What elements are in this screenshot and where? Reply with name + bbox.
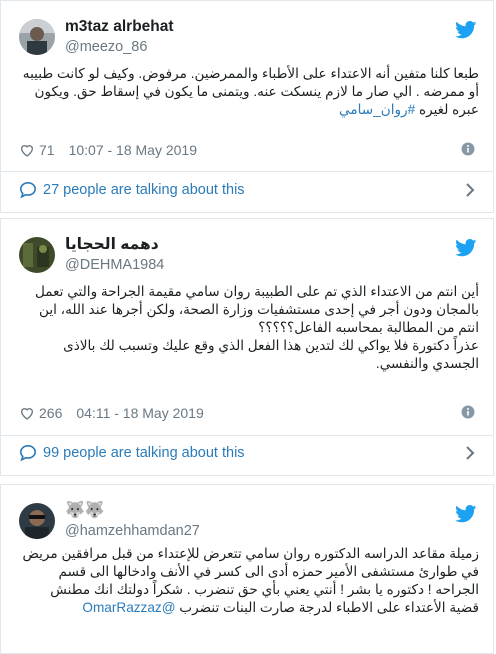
tweet-card[interactable]: 🐺🐺 @hamzehhamdan27 زميلة مقاعد الدراسه ا… bbox=[0, 484, 494, 654]
tweet-text-paragraph: أين انتم من الاعتداء الذي تم على الطبيبة… bbox=[34, 284, 479, 335]
talking-about-link[interactable]: 27 people are talking about this bbox=[19, 178, 479, 202]
avatar[interactable] bbox=[19, 237, 55, 273]
avatar[interactable] bbox=[19, 503, 55, 539]
user-handle[interactable]: @meezo_86 bbox=[65, 37, 174, 57]
avatar[interactable] bbox=[19, 19, 55, 55]
display-name[interactable]: دهمه الحجايا bbox=[65, 235, 164, 255]
twitter-bird-icon[interactable] bbox=[455, 505, 477, 523]
hashtag-link[interactable]: #روان_سامي bbox=[339, 102, 415, 117]
timestamp[interactable]: 10:07 - 18 May 2019 bbox=[69, 142, 197, 158]
tweet-card[interactable]: دهمه الحجايا @DEHMA1984 أين انتم من الاع… bbox=[0, 218, 494, 476]
heart-icon[interactable] bbox=[19, 405, 35, 421]
tweet-meta: 266 04:11 - 18 May 2019 bbox=[19, 403, 479, 423]
twitter-bird-icon[interactable] bbox=[455, 21, 477, 39]
chevron-right-icon[interactable] bbox=[465, 182, 475, 198]
divider bbox=[1, 435, 493, 436]
tweet-header: m3taz alrbehat @meezo_86 bbox=[19, 17, 479, 63]
info-icon[interactable] bbox=[461, 405, 475, 419]
speech-bubble-icon bbox=[19, 444, 37, 462]
user-handle[interactable]: @DEHMA1984 bbox=[65, 255, 164, 275]
twitter-bird-icon[interactable] bbox=[455, 239, 477, 257]
tweet-card[interactable]: m3taz alrbehat @meezo_86 طبعا كلنا متفين… bbox=[0, 0, 494, 213]
mention-link[interactable]: @OmarRazzaz bbox=[82, 600, 175, 615]
tweet-text: أين انتم من الاعتداء الذي تم على الطبيبة… bbox=[19, 283, 479, 373]
like-count: 266 bbox=[39, 405, 63, 421]
tweet-header: 🐺🐺 @hamzehhamdan27 bbox=[19, 501, 479, 547]
tweet-text-paragraph: عذراً دكتورة فلا يواكي لك لتدين هذا الفع… bbox=[63, 338, 479, 371]
timestamp[interactable]: 04:11 - 18 May 2019 bbox=[76, 405, 203, 421]
like-count: 71 bbox=[39, 142, 55, 158]
chevron-right-icon[interactable] bbox=[465, 445, 475, 461]
display-name[interactable]: m3taz alrbehat bbox=[65, 17, 174, 37]
heart-icon[interactable] bbox=[19, 142, 35, 158]
talking-count-label[interactable]: 27 people are talking about this bbox=[43, 182, 245, 198]
talking-count-label[interactable]: 99 people are talking about this bbox=[43, 445, 245, 461]
divider bbox=[1, 171, 493, 172]
tweet-text: زميلة مقاعد الدراسه الدكتوره روان سامي ت… bbox=[19, 545, 479, 617]
tweet-meta: 71 10:07 - 18 May 2019 bbox=[19, 140, 479, 160]
tweet-feed: m3taz alrbehat @meezo_86 طبعا كلنا متفين… bbox=[0, 0, 496, 654]
display-name[interactable]: 🐺🐺 bbox=[65, 501, 200, 521]
talking-about-link[interactable]: 99 people are talking about this bbox=[19, 441, 479, 465]
info-icon[interactable] bbox=[461, 142, 475, 156]
tweet-header: دهمه الحجايا @DEHMA1984 bbox=[19, 235, 479, 281]
tweet-text: طبعا كلنا متفين أنه الاعتداء على الأطباء… bbox=[19, 65, 479, 119]
speech-bubble-icon bbox=[19, 181, 37, 199]
user-handle[interactable]: @hamzehhamdan27 bbox=[65, 521, 200, 541]
